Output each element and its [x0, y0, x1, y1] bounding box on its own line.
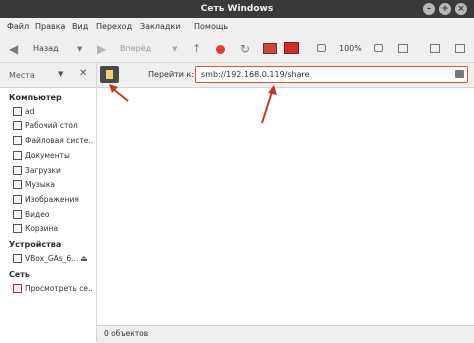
annotation-overlay	[109, 84, 277, 124]
annotation-arrow	[261, 85, 277, 124]
annotation-arrow	[109, 84, 129, 102]
